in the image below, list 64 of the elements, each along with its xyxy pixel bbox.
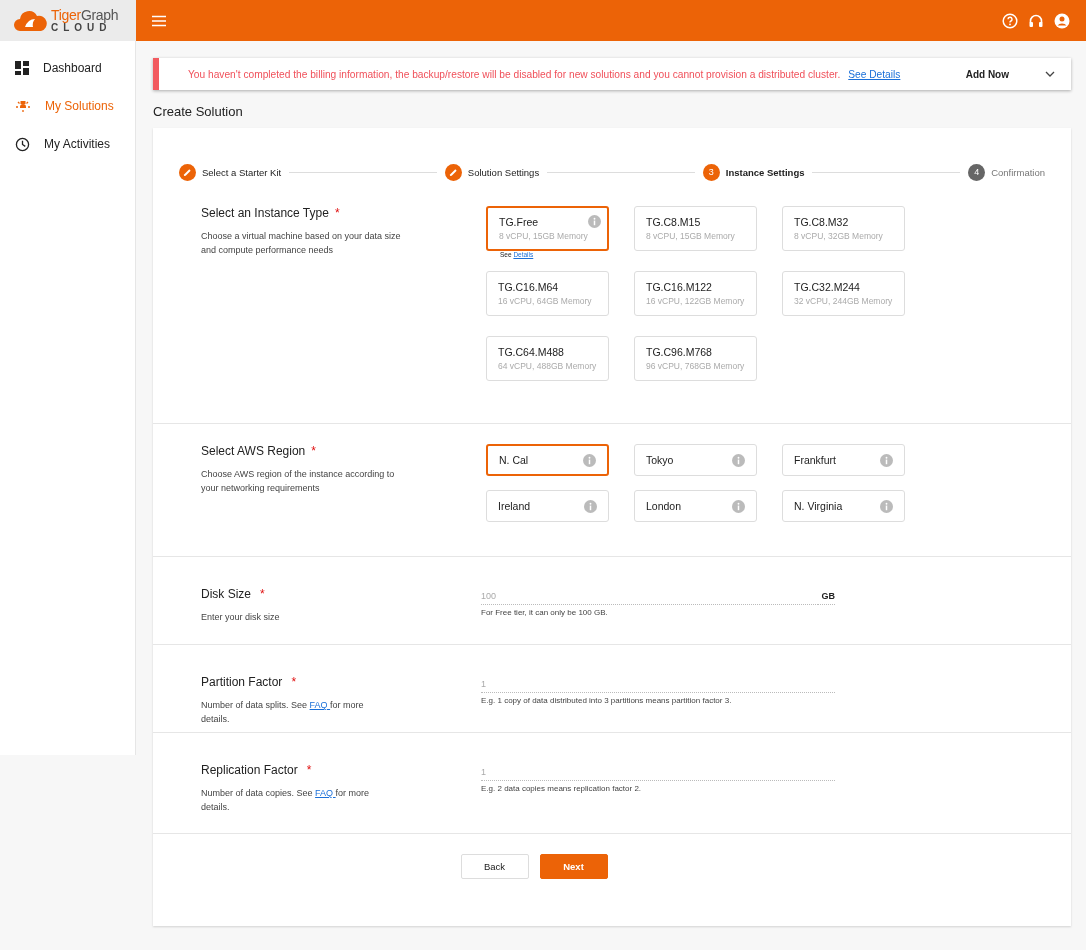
tiger-cloud-icon: [13, 8, 47, 33]
instance-option[interactable]: TG.C16.M64 16 vCPU, 64GB Memory: [486, 271, 609, 316]
field-hint: E.g. 1 copy of data distributed into 3 partitions means partition factor 3.: [481, 696, 733, 705]
info-icon[interactable]: [732, 499, 745, 513]
unit-label: GB: [817, 587, 835, 605]
section-description: Choose AWS region of the instance according to your networking requirements: [201, 468, 396, 495]
page-title: Create Solution: [153, 104, 244, 119]
info-icon[interactable]: [880, 499, 893, 513]
back-button[interactable]: Back: [460, 854, 529, 879]
sidebar-item[interactable]: My Activities: [0, 125, 135, 163]
instance-option[interactable]: TG.C96.M768 96 vCPU, 768GB Memory: [634, 336, 757, 381]
help-icon[interactable]: [1002, 12, 1018, 29]
info-icon[interactable]: [584, 499, 597, 513]
section-title: Select an Instance Type *: [201, 206, 340, 220]
pencil-icon: [183, 167, 192, 177]
step-label: Confirmation: [991, 166, 1045, 178]
instance-option[interactable]: TG.C16.M122 16 vCPU, 122GB Memory: [634, 271, 757, 316]
sidebar-item[interactable]: Dashboard: [0, 49, 135, 87]
brand-subtitle: CLOUD: [51, 23, 112, 33]
section-title: Select AWS Region *: [201, 444, 316, 458]
chevron-down-icon[interactable]: [1045, 71, 1055, 77]
input-field[interactable]: 1: [481, 763, 835, 781]
section-description: Enter your disk size: [201, 611, 281, 624]
clock-icon: [15, 136, 30, 152]
section-title: Replication Factor *: [201, 763, 312, 777]
dashboard-icon: [15, 61, 29, 75]
region-option[interactable]: London: [634, 490, 757, 522]
info-icon[interactable]: [880, 453, 893, 467]
brand-name: TigerGraph: [51, 8, 119, 22]
section-description: Number of data splits. See FAQ for more details.: [201, 699, 365, 726]
instance-option[interactable]: TG.C8.M15 8 vCPU, 15GB Memory: [634, 206, 757, 251]
region-option[interactable]: N. Cal: [486, 444, 609, 476]
instance-option[interactable]: TG.C32.M244 32 vCPU, 244GB Memory: [782, 271, 905, 316]
region-option[interactable]: N. Virginia: [782, 490, 905, 522]
banner-message: You haven't completed the billing information, the backup/restore will be disabled for new solutions and you cannot provision a distributed cluster.: [188, 68, 841, 80]
see-details-link[interactable]: See Details: [848, 68, 901, 80]
add-now-button[interactable]: Add Now: [965, 68, 1009, 80]
field-hint: For Free tier, it can only be 100 GB.: [481, 608, 609, 617]
step-label: Select a Starter Kit: [202, 166, 282, 178]
region-option[interactable]: Tokyo: [634, 444, 757, 476]
input-field[interactable]: 1: [481, 675, 835, 693]
headset-icon[interactable]: [1028, 12, 1044, 29]
faq-link[interactable]: FAQ: [309, 700, 331, 710]
step-label: Solution Settings: [467, 166, 540, 178]
step-label: Instance Settings: [725, 166, 805, 178]
instance-option[interactable]: TG.C64.M488 64 vCPU, 488GB Memory: [486, 336, 609, 381]
region-option[interactable]: Ireland: [486, 490, 609, 522]
faq-link[interactable]: FAQ: [315, 788, 336, 798]
section-description: Choose a virtual machine based on your data size and compute performance needs: [201, 230, 401, 257]
info-icon[interactable]: [587, 215, 601, 228]
input-field[interactable]: 100: [481, 587, 818, 605]
instance-option[interactable]: TG.C8.M32 8 vCPU, 32GB Memory: [782, 206, 905, 251]
account-icon[interactable]: [1054, 12, 1070, 29]
menu-icon[interactable]: [152, 14, 166, 27]
step-marker: 3: [702, 163, 720, 181]
info-icon[interactable]: [583, 453, 596, 467]
section-description: Number of data copies. See FAQ for more details.: [201, 787, 371, 814]
section-title: Partition Factor *: [201, 675, 297, 689]
region-option[interactable]: Frankfurt: [782, 444, 905, 476]
step-marker: 4: [968, 163, 986, 181]
info-icon[interactable]: [732, 453, 745, 467]
section-title: Disk Size *: [201, 587, 265, 601]
pencil-icon: [448, 167, 458, 177]
field-hint: E.g. 2 data copies means replication factor 2.: [481, 784, 643, 793]
